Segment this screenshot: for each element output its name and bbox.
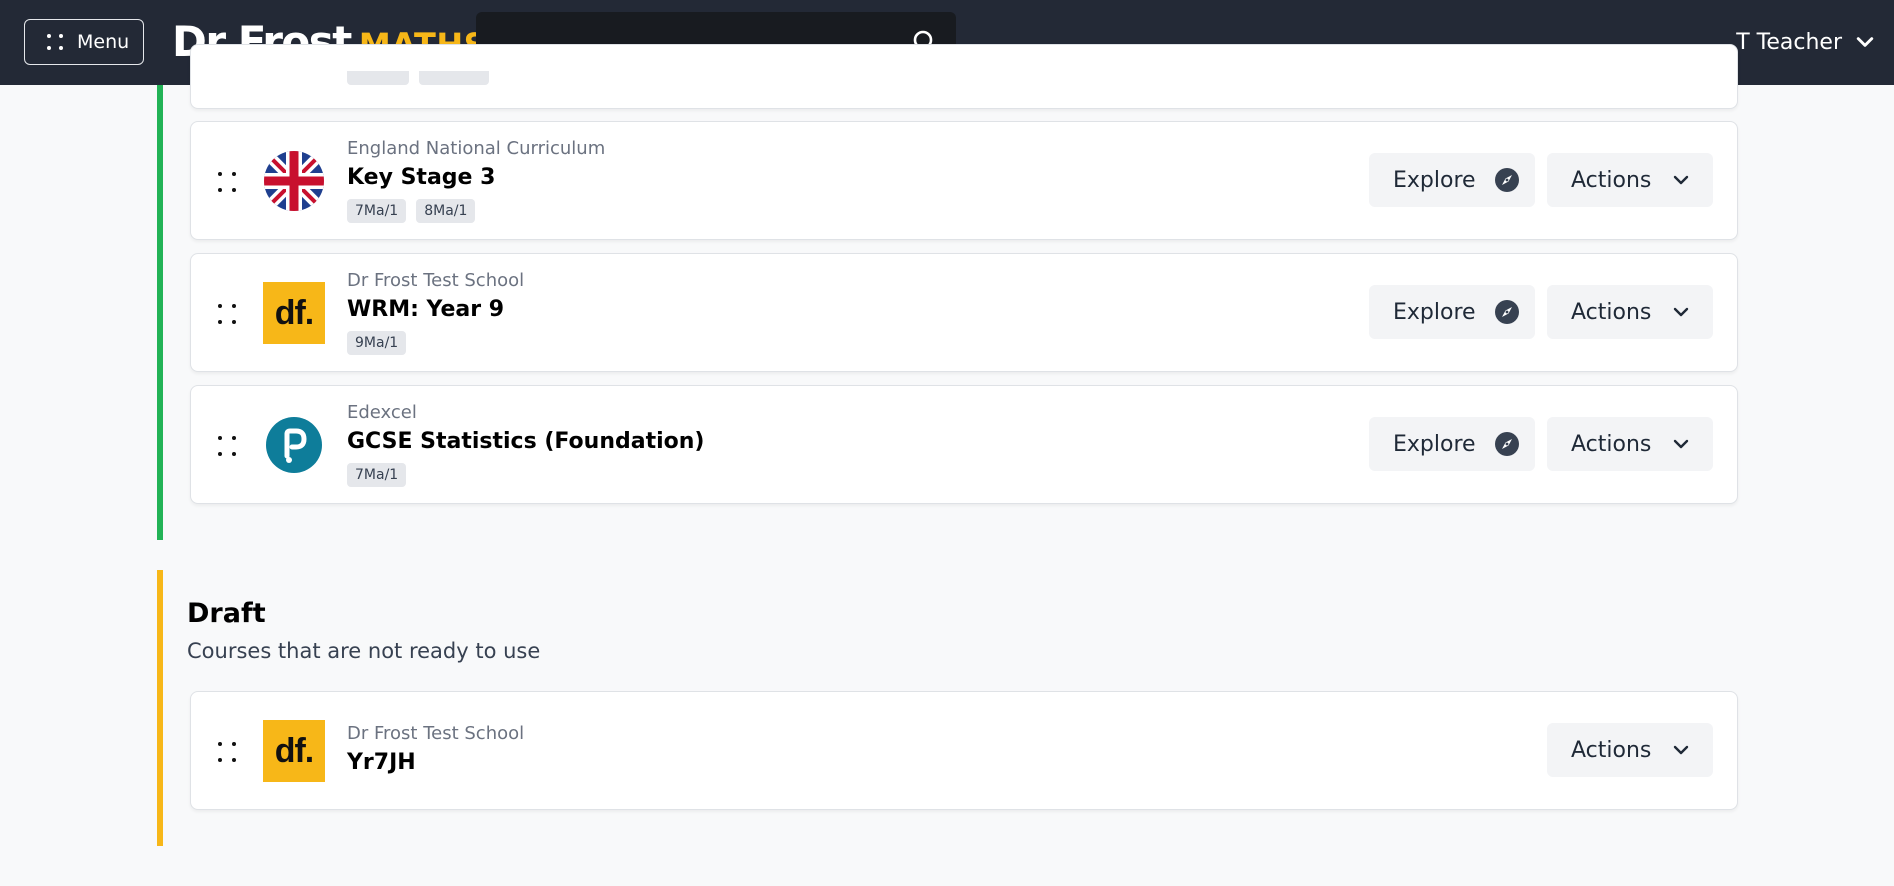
user-name: T Teacher [1736,29,1842,55]
actions-label: Actions [1571,299,1652,325]
svg-text:df.: df. [275,732,314,770]
actions-dropdown-button[interactable]: Actions [1547,153,1713,207]
actions-label: Actions [1571,431,1652,457]
actions-dropdown-button[interactable]: Actions [1547,417,1713,471]
course-title[interactable]: Yr7JH [347,748,524,778]
class-tag: 7Ma/1 [347,463,407,487]
actions-dropdown-button[interactable]: Actions [1547,285,1713,339]
compass-icon [1494,300,1519,324]
course-card-yr7jh: df. Dr Frost Test School Yr7JH Actions [190,691,1738,810]
pearson-logo-icon [266,417,322,473]
actions-label: Actions [1571,167,1652,193]
actions-label: Actions [1571,737,1652,763]
chevron-down-icon [1856,37,1874,47]
menu-button[interactable]: Menu [24,19,144,65]
explore-button[interactable]: Explore [1369,153,1535,207]
draft-section-heading: Draft [187,598,266,629]
chevron-down-icon [1674,175,1689,185]
course-card-gcse-statistics: Edexcel GCSE Statistics (Foundation) 7Ma… [190,385,1738,504]
drag-handle-icon[interactable] [217,171,237,193]
chevron-down-icon [1674,307,1689,317]
user-menu[interactable]: T Teacher [1736,22,1874,62]
course-provider: Dr Frost Test School [347,270,525,291]
chevron-down-icon [1674,439,1689,449]
compass-icon [1494,168,1519,192]
svg-text:df.: df. [275,294,314,332]
course-title[interactable]: Key Stage 3 [347,163,605,193]
course-title[interactable]: WRM: Year 9 [347,295,524,325]
menu-label: Menu [77,31,130,53]
course-card-partial [190,44,1738,109]
compass-icon [1494,432,1519,456]
course-card-key-stage-3: England National Curriculum Key Stage 3 … [190,121,1738,240]
menu-dots-icon [45,32,65,52]
explore-label: Explore [1393,431,1476,457]
live-section-indicator [157,85,163,540]
course-provider: Edexcel [347,402,417,423]
course-provider: England National Curriculum [347,138,606,159]
drag-handle-icon[interactable] [217,741,237,763]
draft-section-indicator [157,570,163,846]
chevron-down-icon [1674,745,1689,755]
class-tag: 8Ma/1 [416,199,476,223]
df-logo-icon: df. [263,282,325,344]
uk-flag-icon [264,151,324,211]
explore-button[interactable]: Explore [1369,417,1535,471]
drag-handle-icon[interactable] [217,303,237,325]
course-card-wrm-year-9: df. Dr Frost Test School WRM: Year 9 9Ma… [190,253,1738,372]
class-tag: 9Ma/1 [347,331,407,355]
explore-button[interactable]: Explore [1369,285,1535,339]
course-title[interactable]: GCSE Statistics (Foundation) [347,427,704,457]
draft-section-subheading: Courses that are not ready to use [187,639,541,663]
actions-dropdown-button[interactable]: Actions [1547,723,1713,777]
course-provider: Dr Frost Test School [347,723,525,744]
explore-label: Explore [1393,299,1476,325]
df-logo-icon: df. [263,720,325,782]
class-tag: 7Ma/1 [347,199,407,223]
explore-label: Explore [1393,167,1476,193]
drag-handle-icon[interactable] [217,435,237,457]
